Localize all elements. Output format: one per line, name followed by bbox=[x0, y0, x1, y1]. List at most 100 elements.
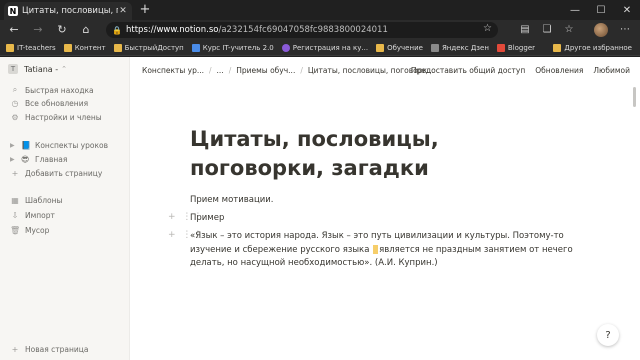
notion-favicon-icon: N bbox=[8, 6, 18, 16]
bookmark-item[interactable]: БыстрыйДоступ bbox=[113, 43, 184, 52]
search-icon: ⌕ bbox=[12, 85, 18, 94]
help-button[interactable]: ? bbox=[597, 324, 619, 346]
reading-list-icon[interactable]: ▤ bbox=[518, 23, 532, 37]
breadcrumb-separator: / bbox=[209, 66, 212, 75]
refresh-icon[interactable]: ↻ bbox=[54, 22, 70, 38]
lock-icon: 🔒 bbox=[112, 25, 122, 35]
close-window-icon[interactable]: ✕ bbox=[614, 0, 640, 20]
sidebar-item-quick-find[interactable]: ⌕ Быстрая находка bbox=[10, 85, 94, 95]
text-block[interactable]: Прием мотивации. bbox=[190, 194, 274, 208]
bookmark-label: Обучение bbox=[387, 43, 423, 52]
breadcrumb-separator: / bbox=[300, 66, 303, 75]
sidebar: T Tatiana - ⌃ ⌕ Быстрая находка ◷ Все об… bbox=[0, 57, 130, 360]
favorites-icon[interactable]: ☆ bbox=[562, 23, 576, 37]
sidebar-item-label: Быстрая находка bbox=[25, 85, 94, 95]
sidebar-item-label: Настройки и члены bbox=[25, 113, 102, 122]
sunglasses-icon: 😎 bbox=[21, 155, 30, 164]
home-icon[interactable]: ⌂ bbox=[78, 22, 94, 38]
bookmark-item[interactable]: Курс IT-учитель 2.0 bbox=[191, 43, 274, 52]
minimize-icon[interactable]: — bbox=[562, 0, 588, 20]
plus-icon: + bbox=[11, 169, 19, 178]
sidebar-item-label: Импорт bbox=[25, 211, 55, 220]
browser-tab[interactable]: N Цитаты, пословицы, поговорк ✕ bbox=[4, 2, 132, 20]
trash-icon: 🗑 bbox=[10, 226, 21, 235]
sidebar-item-label: Добавить страницу bbox=[25, 169, 103, 178]
maximize-icon[interactable]: ☐ bbox=[588, 0, 614, 20]
bookmark-item[interactable]: Обучение bbox=[376, 43, 423, 52]
folder-icon bbox=[376, 43, 385, 52]
gear-icon: ⚙ bbox=[11, 113, 19, 122]
favorite-button[interactable]: Любимой bbox=[593, 66, 630, 75]
workspace-switcher[interactable]: T Tatiana - ⌃ bbox=[8, 64, 67, 74]
favorite-star-icon[interactable]: ☆ bbox=[483, 23, 492, 34]
window-controls: — ☐ ✕ bbox=[562, 0, 640, 20]
forward-icon[interactable]: → bbox=[30, 22, 46, 38]
folder-icon bbox=[113, 43, 122, 52]
sidebar-item-templates[interactable]: ▦ Шаблоны bbox=[10, 196, 62, 205]
workspace-badge: T bbox=[8, 64, 18, 74]
page-title[interactable]: Цитаты, пословицы, поговорки, загадки bbox=[190, 125, 580, 183]
chevron-updown-icon: ⌃ bbox=[61, 65, 68, 73]
profile-avatar[interactable] bbox=[594, 23, 608, 37]
bookmark-label: Яндекс Дзен bbox=[441, 43, 489, 52]
scrollbar[interactable] bbox=[633, 87, 636, 107]
bookmark-label: Регистрация на ку... bbox=[292, 43, 369, 52]
add-page-button[interactable]: + Добавить страницу bbox=[10, 169, 103, 178]
text-cursor bbox=[373, 244, 379, 254]
sidebar-item-label: Конспекты уроков bbox=[35, 141, 108, 150]
sidebar-item-updates[interactable]: ◷ Все обновления bbox=[10, 99, 89, 108]
address-row: ← → ↻ ⌂ 🔒 https://www.notion.so/a232154f… bbox=[0, 20, 640, 40]
new-page-button[interactable]: + Новая страница bbox=[10, 345, 89, 354]
folder-icon bbox=[6, 43, 14, 52]
sidebar-item-trash[interactable]: 🗑 Мусор bbox=[10, 226, 49, 235]
address-bar[interactable]: 🔒 https://www.notion.so/a232154fc6904705… bbox=[106, 22, 498, 38]
tab-title: Цитаты, пословицы, поговорк bbox=[22, 6, 118, 16]
menu-dots-icon[interactable]: ⋯ bbox=[618, 23, 632, 37]
template-icon: ▦ bbox=[11, 196, 19, 205]
url-host: https://www.notion.so bbox=[126, 25, 219, 35]
bookmark-label: БыстрыйДоступ bbox=[124, 43, 184, 52]
quote-block[interactable]: «Язык – это история народа. Язык – это п… bbox=[190, 230, 575, 271]
page-topbar: Конспекты ур... /... / Приемы обуч... / Цитат… bbox=[130, 57, 640, 85]
breadcrumb-item[interactable]: ... bbox=[217, 66, 224, 75]
bookmark-item[interactable]: Регистрация на ку... bbox=[281, 43, 369, 52]
plus-icon: + bbox=[11, 345, 19, 354]
new-tab-button[interactable]: + bbox=[138, 2, 152, 18]
back-icon[interactable]: ← bbox=[6, 22, 22, 38]
text-block[interactable]: Пример bbox=[190, 212, 224, 226]
sidebar-item-settings[interactable]: ⚙ Настройки и члены bbox=[10, 113, 102, 122]
sidebar-item-import[interactable]: ⇩ Импорт bbox=[10, 211, 55, 220]
bookmarks-bar: IT-teachers Контент БыстрыйДоступ Курс I… bbox=[0, 40, 640, 56]
sidebar-page-lessons[interactable]: ▶ 📘 Конспекты уроков bbox=[10, 141, 108, 150]
site-icon bbox=[191, 43, 200, 52]
book-icon: 📘 bbox=[21, 141, 31, 150]
collections-icon[interactable]: ❏ bbox=[540, 23, 554, 37]
bookmark-item[interactable]: IT-teachers bbox=[6, 43, 56, 52]
expand-arrow-icon[interactable]: ▶ bbox=[10, 156, 18, 163]
bookmark-item[interactable]: Blogger bbox=[496, 43, 535, 52]
expand-arrow-icon[interactable]: ▶ bbox=[10, 142, 18, 149]
bookmark-label: Контент bbox=[74, 43, 106, 52]
folder-icon bbox=[553, 44, 562, 52]
blogger-icon bbox=[496, 43, 505, 52]
tab-close-icon[interactable]: ✕ bbox=[118, 6, 128, 16]
updates-button[interactable]: Обновления bbox=[535, 66, 583, 75]
sidebar-item-label: Главная bbox=[35, 155, 68, 164]
breadcrumb-separator: / bbox=[228, 66, 232, 75]
share-button[interactable]: Предоставить общий доступ bbox=[411, 66, 525, 75]
sidebar-page-home[interactable]: ▶ 😎 Главная bbox=[10, 155, 67, 164]
breadcrumb-item[interactable]: Приемы обуч... bbox=[236, 66, 295, 75]
import-icon: ⇩ bbox=[11, 211, 19, 220]
clock-icon: ◷ bbox=[11, 99, 19, 108]
notion-app: T Tatiana - ⌃ ⌕ Быстрая находка ◷ Все об… bbox=[0, 57, 640, 360]
folder-icon bbox=[63, 43, 72, 52]
sidebar-item-label: Все обновления bbox=[25, 99, 89, 108]
breadcrumb-item[interactable]: Конспекты ур... bbox=[142, 66, 204, 75]
screen: N Цитаты, пословицы, поговорк ✕ + — ☐ ✕ … bbox=[0, 0, 640, 360]
bookmark-item[interactable]: Яндекс Дзен bbox=[430, 43, 489, 52]
other-bookmarks[interactable]: Другое избранное bbox=[553, 40, 632, 56]
bookmark-item[interactable]: Контент bbox=[63, 43, 106, 52]
bookmark-label: Курс IT-учитель 2.0 bbox=[202, 43, 274, 52]
tab-strip: N Цитаты, пословицы, поговорк ✕ + — ☐ ✕ bbox=[0, 0, 640, 20]
site-icon bbox=[281, 43, 290, 52]
